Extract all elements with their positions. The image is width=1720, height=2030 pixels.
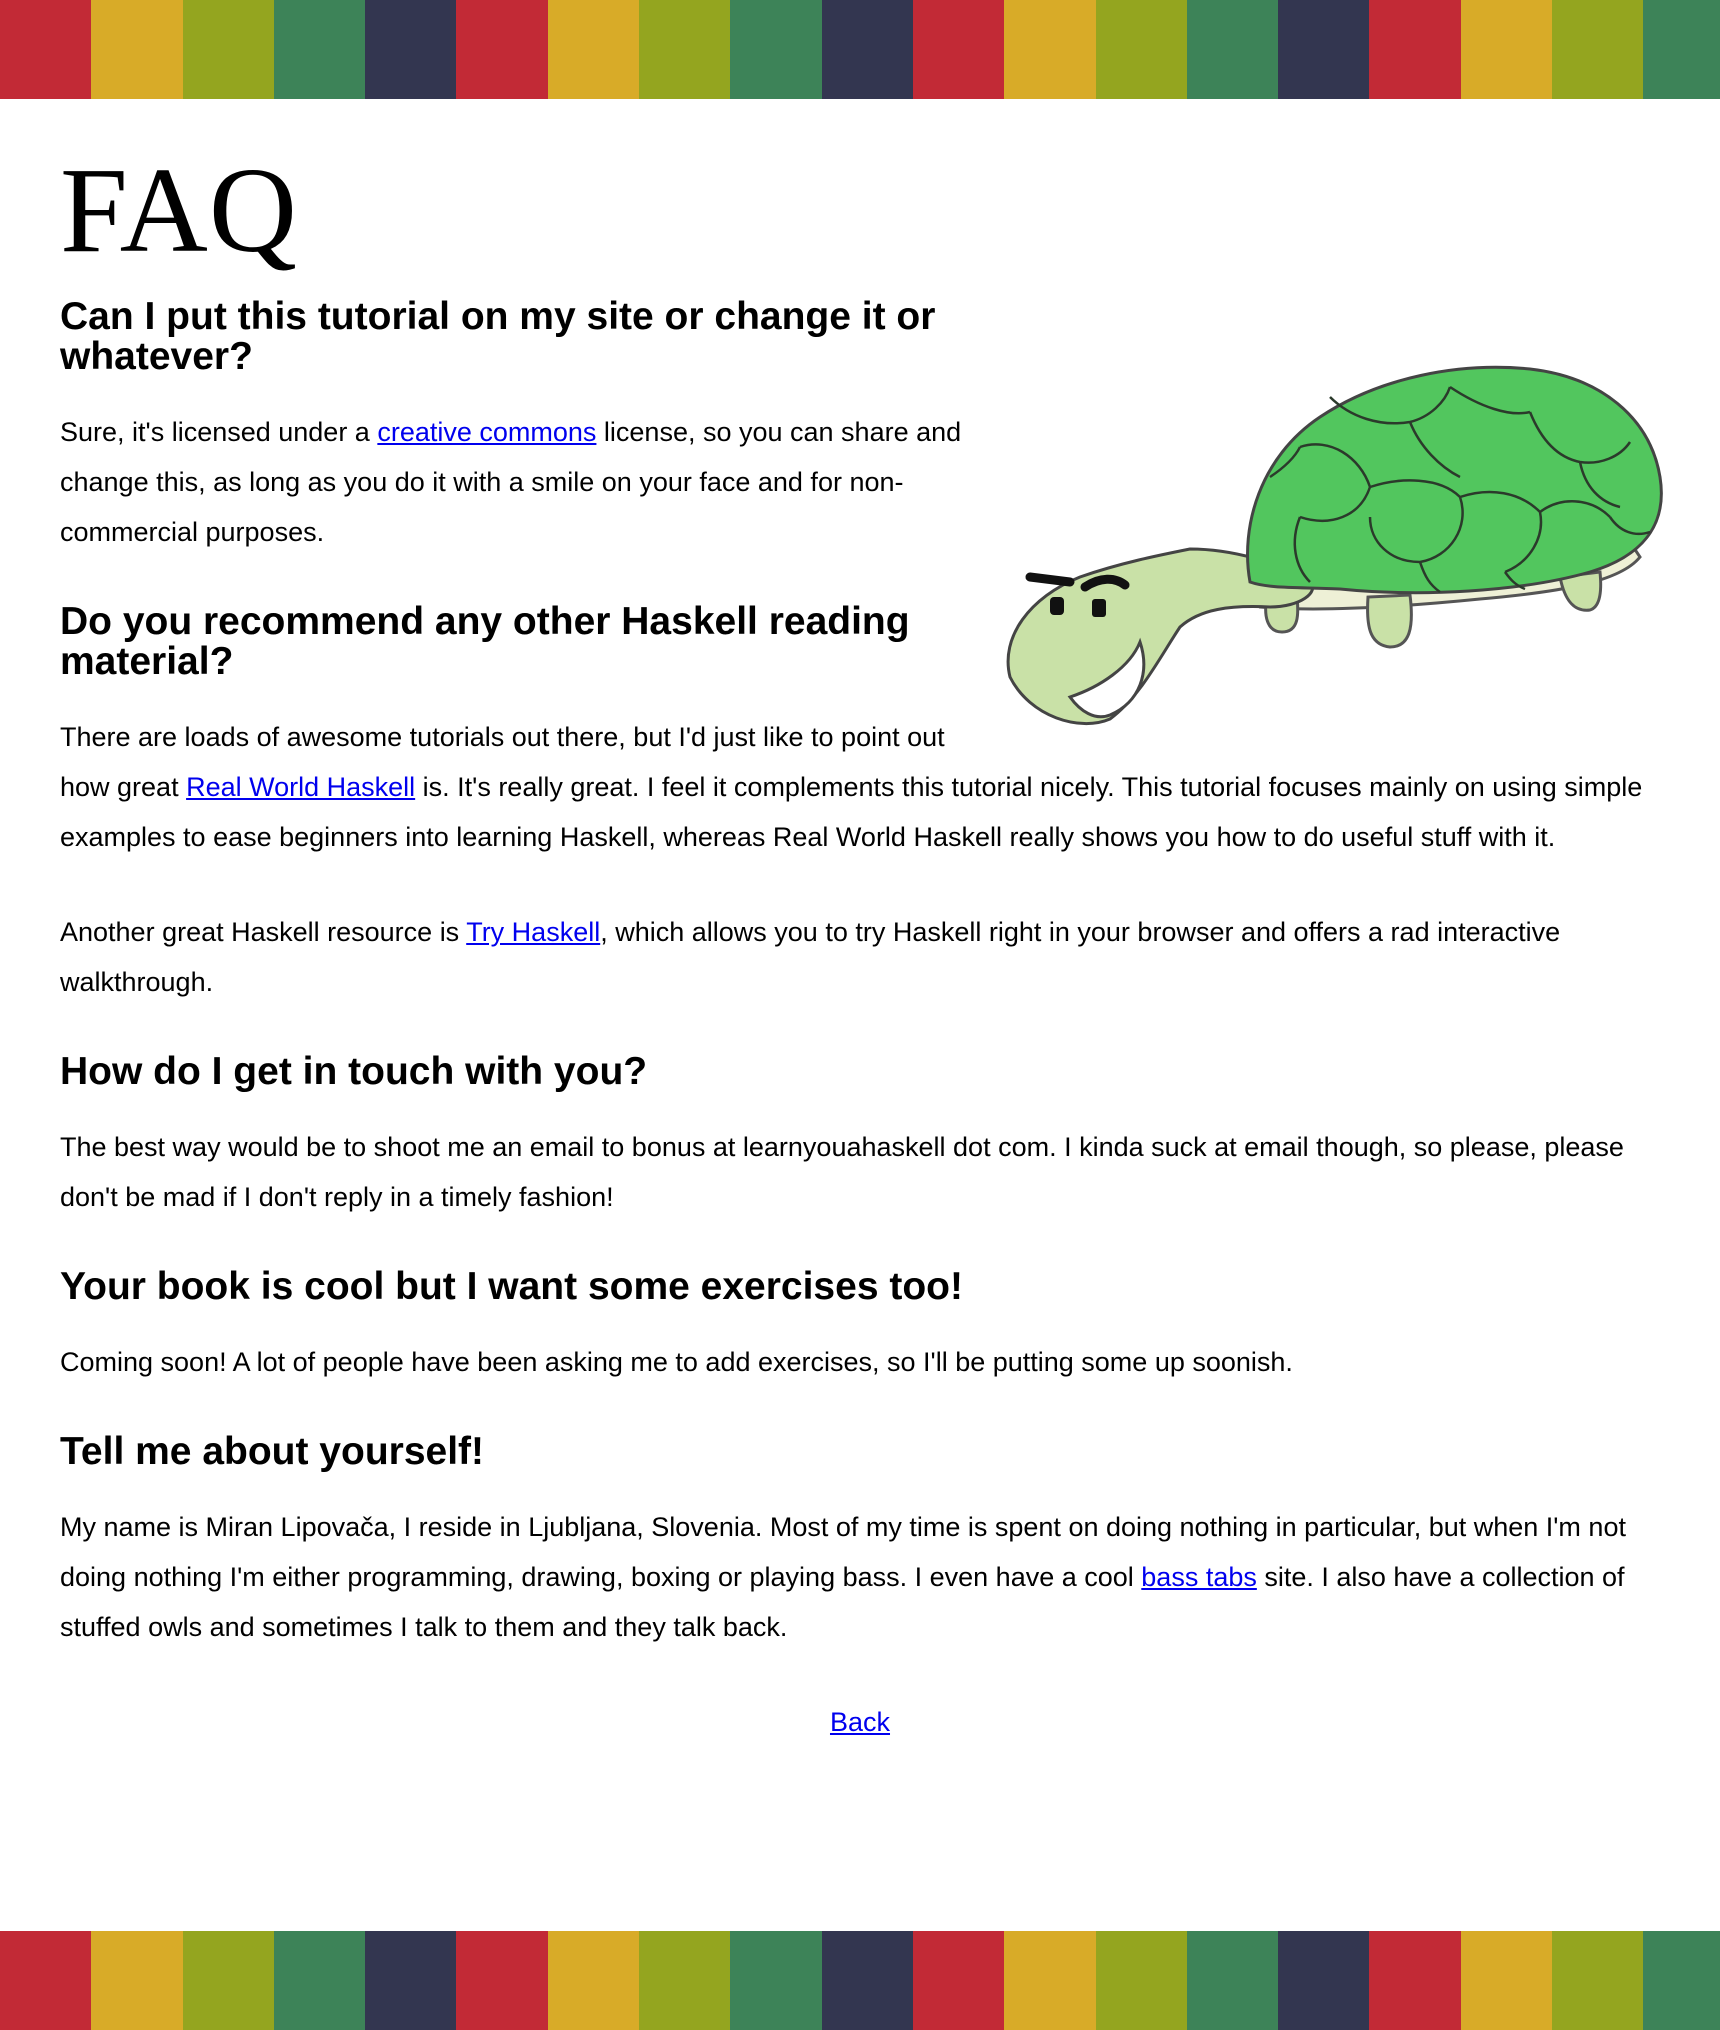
stripe-segment	[821, 0, 913, 99]
stripe-segment	[639, 1931, 731, 2030]
stripe-segment	[0, 1931, 92, 2030]
stripe-segment	[730, 0, 822, 99]
back-link[interactable]: Back	[830, 1707, 890, 1737]
answer-about-author: My name is Miran Lipovača, I reside in L…	[60, 1502, 1660, 1652]
stripe-segment	[1186, 0, 1279, 99]
stripe-segment	[547, 1931, 640, 2030]
stripe-segment	[1643, 1931, 1720, 2030]
stripe-segment	[1369, 0, 1461, 99]
stripe-segment	[1095, 1931, 1187, 2030]
stripe-segment	[547, 0, 640, 99]
answer-exercises: Coming soon! A lot of people have been a…	[60, 1347, 1293, 1377]
stripe-segment	[456, 1931, 548, 2030]
stripe-segment	[1369, 1931, 1461, 2030]
back-nav: Back	[60, 1697, 1660, 1747]
stripe-segment	[1004, 1931, 1096, 2030]
stripe-segment	[456, 0, 548, 99]
question-contact: How do I get in touch with you?	[60, 1050, 648, 1093]
try-haskell-link[interactable]: Try Haskell	[466, 917, 600, 947]
page-title: FAQ	[60, 143, 299, 278]
stripe-segment	[365, 0, 457, 99]
answer-contact: The best way would be to shoot me an ema…	[60, 1132, 1624, 1212]
creative-commons-link[interactable]: creative commons	[377, 417, 596, 447]
stripe-segment	[1186, 1931, 1279, 2030]
stripe-segment	[1643, 0, 1720, 99]
stripe-segment	[273, 0, 366, 99]
stripe-segment	[182, 0, 274, 99]
stripe-segment	[182, 1931, 274, 2030]
answer-try-haskell-text-before: Another great Haskell resource is	[60, 917, 467, 947]
stripe-segment	[1004, 0, 1096, 99]
stripe-segment	[912, 0, 1005, 99]
bottom-stripe-bar	[0, 1931, 1720, 2030]
stripe-segment	[1278, 0, 1370, 99]
stripe-segment	[0, 0, 92, 99]
stripe-segment	[365, 1931, 457, 2030]
top-stripe-bar	[0, 0, 1720, 99]
stripe-segment	[1095, 0, 1187, 99]
question-exercises: Your book is cool but I want some exerci…	[60, 1265, 963, 1308]
answer-license-text-before: Sure, it's licensed under a	[60, 417, 378, 447]
stripe-segment	[730, 1931, 822, 2030]
stripe-segment	[1552, 0, 1644, 99]
answer-try-haskell: Another great Haskell resource is Try Ha…	[60, 907, 1660, 1007]
question-about-author: Tell me about yourself!	[60, 1430, 485, 1473]
real-world-haskell-link[interactable]: Real World Haskell	[186, 772, 415, 802]
stripe-segment	[273, 1931, 366, 2030]
stripe-segment	[912, 1931, 1005, 2030]
turtle-icon	[1006, 365, 1663, 726]
bass-tabs-link[interactable]: bass tabs	[1141, 1562, 1257, 1592]
stripe-segment	[1278, 1931, 1370, 2030]
stripe-segment	[639, 0, 731, 99]
stripe-segment	[1552, 1931, 1644, 2030]
main-content: FAQ Can I put this tutorial on my site o…	[60, 130, 1663, 1747]
stripe-segment	[91, 0, 183, 99]
stripe-segment	[1460, 1931, 1553, 2030]
stripe-segment	[821, 1931, 913, 2030]
stripe-segment	[1460, 0, 1553, 99]
stripe-segment	[91, 1931, 183, 2030]
